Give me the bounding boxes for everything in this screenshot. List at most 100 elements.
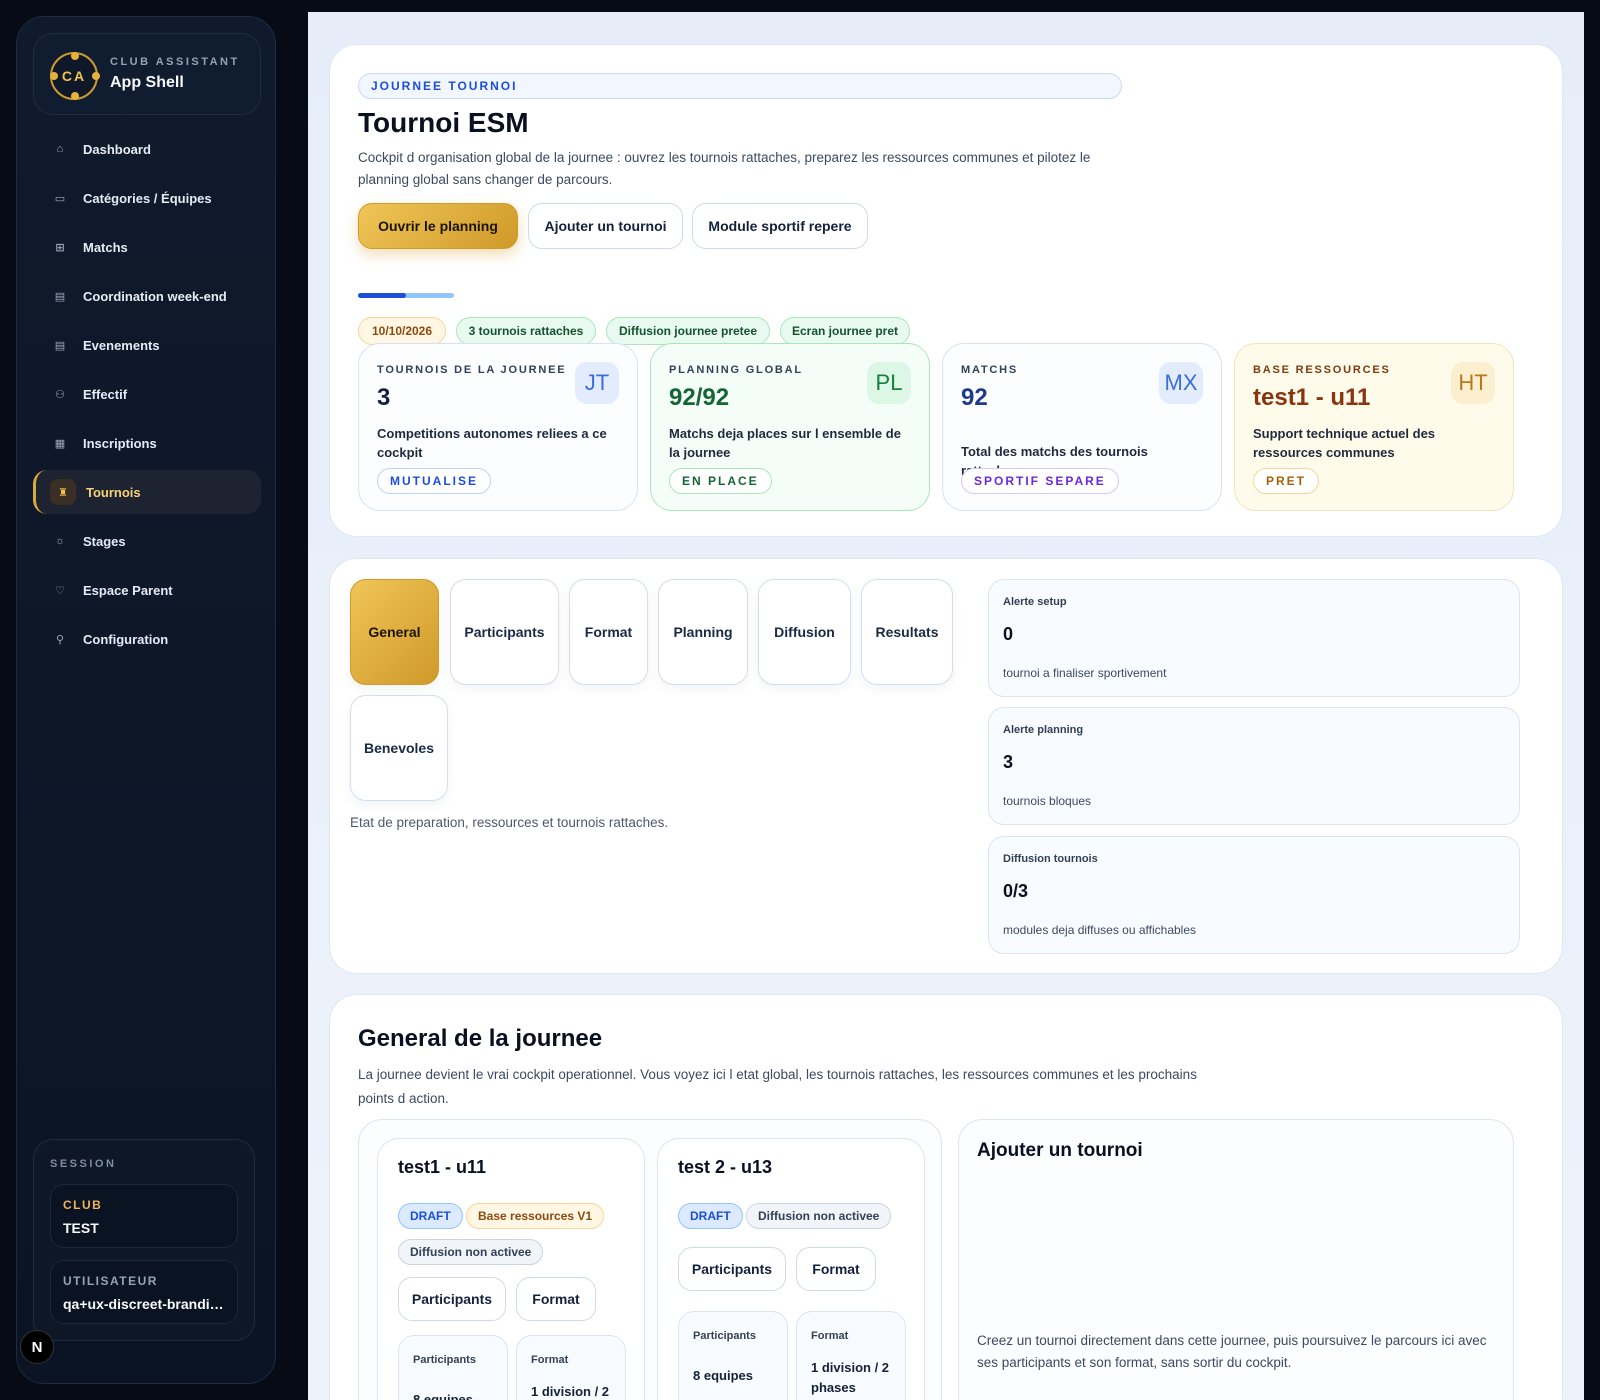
- nav-item-matchs[interactable]: ⊞ Matchs: [33, 225, 261, 269]
- grid-icon: ⊞: [55, 241, 65, 254]
- mini-stat-label: Participants: [693, 1330, 756, 1342]
- status-badge: PRET: [1253, 468, 1320, 494]
- alert-description: tournoi a finaliser sportivement: [1003, 666, 1167, 680]
- stat-description: Competitions autonomes reliees a ce cock…: [377, 426, 607, 460]
- dev-tools-badge[interactable]: N: [20, 1330, 54, 1364]
- open-planning-button[interactable]: Ouvrir le planning: [358, 203, 518, 249]
- broadcast-chip: Diffusion journee pretee: [606, 317, 770, 345]
- tab-benevoles[interactable]: Benevoles: [350, 695, 448, 801]
- nav-item-stages[interactable]: ☼ Stages: [33, 519, 261, 563]
- stat-abbr-badge: JT: [575, 362, 619, 404]
- alert-description: modules deja diffuses ou affichables: [1003, 923, 1197, 937]
- alert-value: 0: [1003, 624, 1014, 644]
- screen-chip: Ecran journee pret: [780, 317, 910, 345]
- add-tournament-title: Ajouter un tournoi: [977, 1140, 1143, 1161]
- wrench-icon: ⚲: [55, 633, 65, 646]
- tournament-card[interactable]: test 2 - u13 DRAFT Diffusion non activee…: [657, 1138, 925, 1400]
- calendar-icon: ▤: [54, 290, 66, 303]
- stat-card-tournaments: TOURNOIS DE LA JOURNEE 3 Competitions au…: [358, 343, 638, 511]
- participants-button[interactable]: Participants: [398, 1277, 506, 1321]
- nav-label: Effectif: [83, 386, 128, 402]
- section-title: General de la journee: [358, 1025, 603, 1052]
- nav-item-effectif[interactable]: ⚇ Effectif: [33, 372, 261, 416]
- mini-stat-label: Format: [811, 1330, 849, 1342]
- nav-label: Catégories / Équipes: [83, 190, 212, 206]
- alert-label: Diffusion tournois: [1003, 853, 1098, 865]
- clipboard-icon: ▦: [54, 437, 66, 450]
- format-button[interactable]: Format: [796, 1247, 876, 1291]
- folder-icon: ▭: [54, 192, 66, 205]
- status-badge: DRAFT: [678, 1203, 743, 1229]
- nav-label: Dashboard: [83, 141, 151, 157]
- stat-label: BASE RESSOURCES: [1253, 364, 1391, 376]
- brand-block[interactable]: CA CLUB ASSISTANT App Shell: [33, 33, 261, 115]
- nav-label: Inscriptions: [83, 435, 157, 451]
- participants-stat: Participants 8 equipes: [398, 1335, 508, 1400]
- tournaments-chip: 3 tournois rattaches: [456, 317, 596, 345]
- stat-label: PLANNING GLOBAL: [669, 364, 803, 376]
- tab-general[interactable]: General: [350, 579, 439, 685]
- trophy-icon: ♜: [50, 479, 76, 505]
- stat-abbr-badge: MX: [1159, 362, 1203, 404]
- stat-card-planning: PLANNING GLOBAL 92/92 Matchs deja places…: [650, 343, 930, 511]
- mini-stat-label: Format: [531, 1354, 569, 1366]
- nav-label: Coordination week-end: [83, 288, 227, 304]
- participants-button[interactable]: Participants: [678, 1247, 786, 1291]
- section-description: La journee devient le vrai cockpit opera…: [358, 1067, 1197, 1106]
- format-stat: Format 1 division / 2 phases: [796, 1311, 906, 1400]
- stat-value: 3: [377, 384, 391, 411]
- status-badge: EN PLACE: [669, 468, 772, 494]
- nav-item-espace-parent[interactable]: ♡ Espace Parent: [33, 568, 261, 612]
- club-value: TEST: [63, 1220, 99, 1236]
- add-tournament-button[interactable]: Ajouter un tournoi: [528, 203, 683, 249]
- heart-icon: ♡: [55, 584, 65, 597]
- tab-planning[interactable]: Planning: [658, 579, 748, 685]
- mini-stat-value: 1 division / 2 phases: [531, 1384, 610, 1399]
- alert-value: 3: [1003, 752, 1014, 772]
- status-badge: SPORTIF SEPARE: [961, 468, 1119, 494]
- page-title: Tournoi ESM: [358, 107, 529, 138]
- tournament-name: test 2 - u13: [678, 1157, 773, 1177]
- main-nav: ⌂ Dashboard ▭ Catégories / Équipes ⊞ Matchs…: [33, 127, 261, 666]
- format-stat: Format 1 division / 2 phases: [516, 1335, 626, 1400]
- club-label: CLUB: [63, 1198, 103, 1212]
- brand-kicker: CLUB ASSISTANT: [110, 56, 240, 68]
- hero-card: JOURNEE TOURNOI Tournoi ESM Cockpit d or…: [329, 44, 1563, 537]
- stat-abbr-badge: HT: [1451, 362, 1495, 404]
- nav-item-evenements[interactable]: ▤ Evenements: [33, 323, 261, 367]
- nav-item-dashboard[interactable]: ⌂ Dashboard: [33, 127, 261, 171]
- alert-description: tournois bloques: [1003, 794, 1092, 808]
- home-icon: ⌂: [56, 143, 64, 155]
- tournament-card[interactable]: test1 - u11 DRAFT Base ressources V1 Dif…: [377, 1138, 645, 1400]
- nav-label: Tournois: [86, 484, 141, 500]
- mini-stat-value: 8 equipes: [693, 1368, 753, 1383]
- diffusion-badge: Diffusion non activee: [398, 1239, 544, 1265]
- tab-resultats[interactable]: Resultats: [861, 579, 953, 685]
- nav-item-inscriptions[interactable]: ▦ Inscriptions: [33, 421, 261, 465]
- status-badge: DRAFT: [398, 1203, 463, 1229]
- nav-label: Espace Parent: [83, 582, 173, 598]
- nav-item-tournois[interactable]: ♜ Tournois: [33, 470, 261, 514]
- add-tournament-panel: Ajouter un tournoi Creez un tournoi dire…: [958, 1119, 1514, 1400]
- session-user[interactable]: UTILISATEUR qa+ux-discreet-branding...: [50, 1260, 238, 1324]
- sun-icon: ☼: [54, 535, 66, 547]
- nav-item-categories[interactable]: ▭ Catégories / Équipes: [33, 176, 261, 220]
- alert-value: 0/3: [1003, 881, 1029, 901]
- tab-format[interactable]: Format: [569, 579, 648, 685]
- tabs-description: Etat de preparation, ressources et tourn…: [350, 815, 669, 830]
- progress-fill: [358, 293, 406, 298]
- format-button[interactable]: Format: [516, 1277, 596, 1321]
- participants-stat: Participants 8 equipes: [678, 1311, 788, 1400]
- tab-diffusion[interactable]: Diffusion: [758, 579, 851, 685]
- sport-module-button[interactable]: Module sportif repere: [692, 203, 868, 249]
- nav-label: Stages: [83, 533, 126, 549]
- add-tournament-description: Creez un tournoi directement dans cette …: [977, 1333, 1487, 1370]
- nav-item-configuration[interactable]: ⚲ Configuration: [33, 617, 261, 661]
- tab-participants[interactable]: Participants: [450, 579, 559, 685]
- stat-label: TOURNOIS DE LA JOURNEE: [377, 364, 567, 376]
- nav-item-coordination[interactable]: ▤ Coordination week-end: [33, 274, 261, 318]
- nav-label: Evenements: [83, 337, 160, 353]
- session-panel: SESSION CLUB TEST UTILISATEUR qa+ux-disc…: [33, 1139, 255, 1341]
- sidebar: CA CLUB ASSISTANT App Shell ⌂ Dashboard ▭…: [16, 16, 276, 1384]
- resources-badge: Base ressources V1: [466, 1203, 605, 1229]
